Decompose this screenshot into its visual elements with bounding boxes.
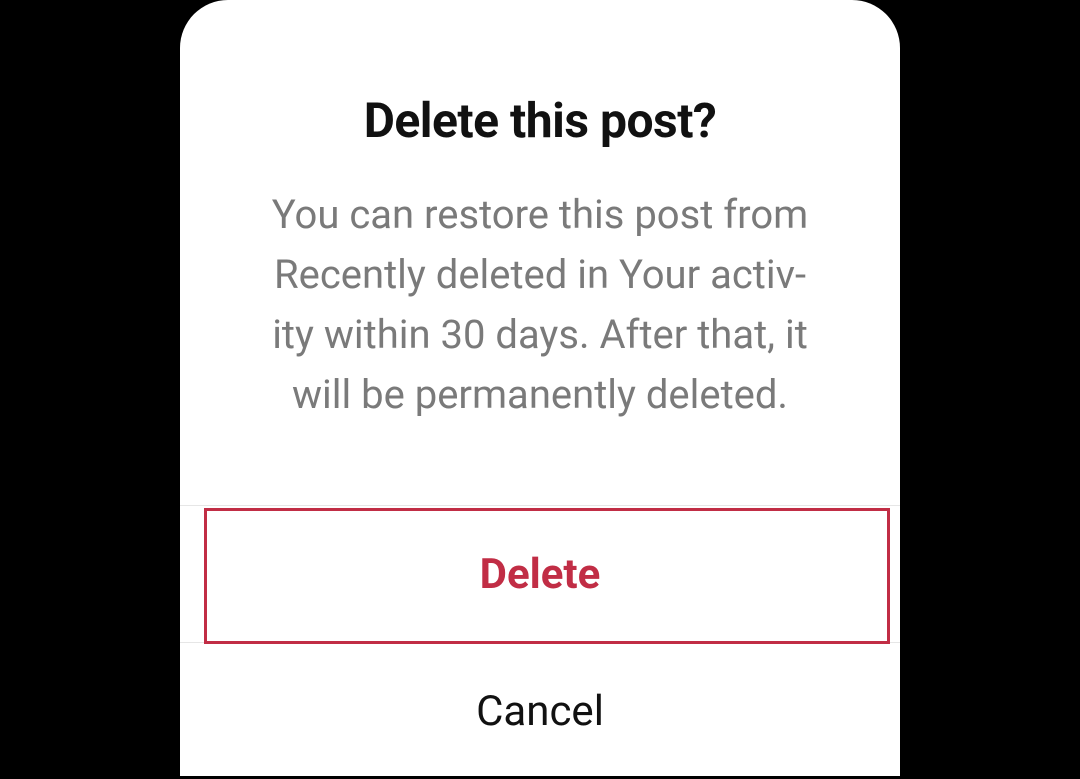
delete-button-label: Delete xyxy=(480,550,601,599)
dialog-title: Delete this post? xyxy=(180,0,900,185)
delete-button[interactable]: Delete xyxy=(180,506,900,642)
cancel-button-label: Cancel xyxy=(476,687,604,736)
dialog-body-text: You can restore this post from Recently … xyxy=(180,185,900,505)
cancel-button[interactable]: Cancel xyxy=(180,643,900,779)
dialog-actions: Delete Cancel xyxy=(180,505,900,779)
delete-post-dialog: Delete this post? You can restore this p… xyxy=(180,0,900,776)
